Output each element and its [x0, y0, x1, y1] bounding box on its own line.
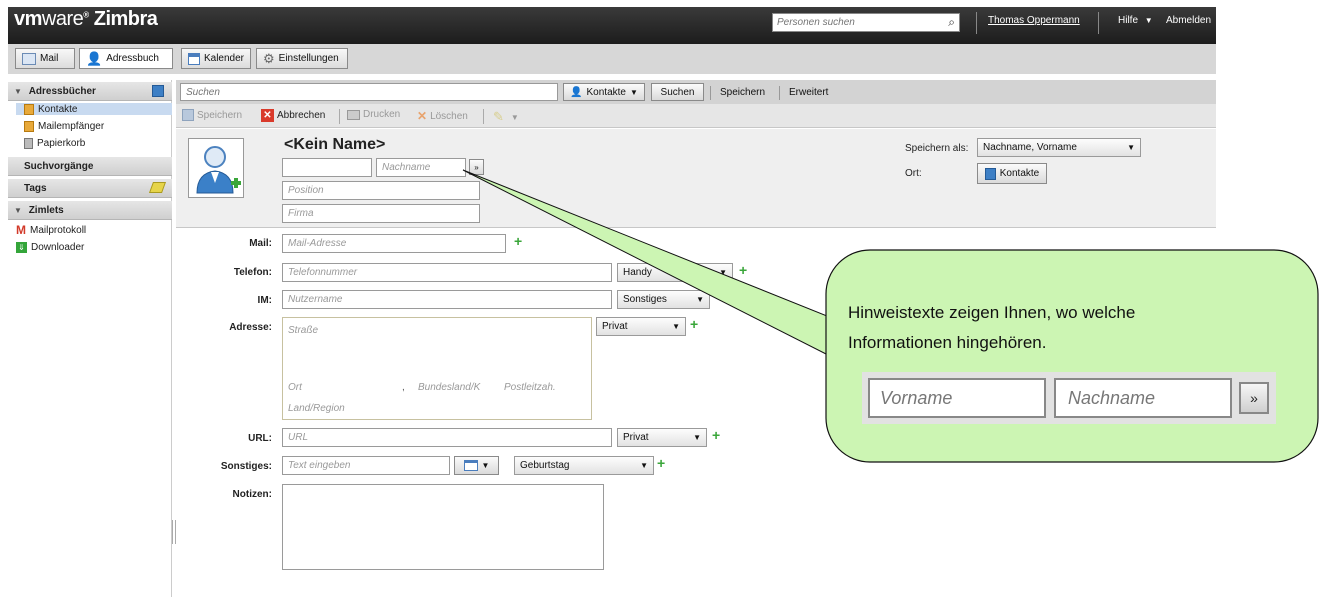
callout-line-2: Informationen hingehören. [848, 333, 1047, 352]
demo-firstname-field: Vorname [868, 378, 1046, 418]
callout-text: Hinweistexte zeigen Ihnen, wo welche Inf… [848, 298, 1288, 358]
demo-expand-button: » [1239, 382, 1269, 414]
screenshot-stage: vmware® Zimbra ⌕ Thomas Oppermann Hilfe … [0, 0, 1324, 597]
callout-line-1: Hinweistexte zeigen Ihnen, wo welche [848, 303, 1136, 322]
callout-pointer [462, 169, 843, 357]
demo-lastname-field: Nachname [1054, 378, 1232, 418]
